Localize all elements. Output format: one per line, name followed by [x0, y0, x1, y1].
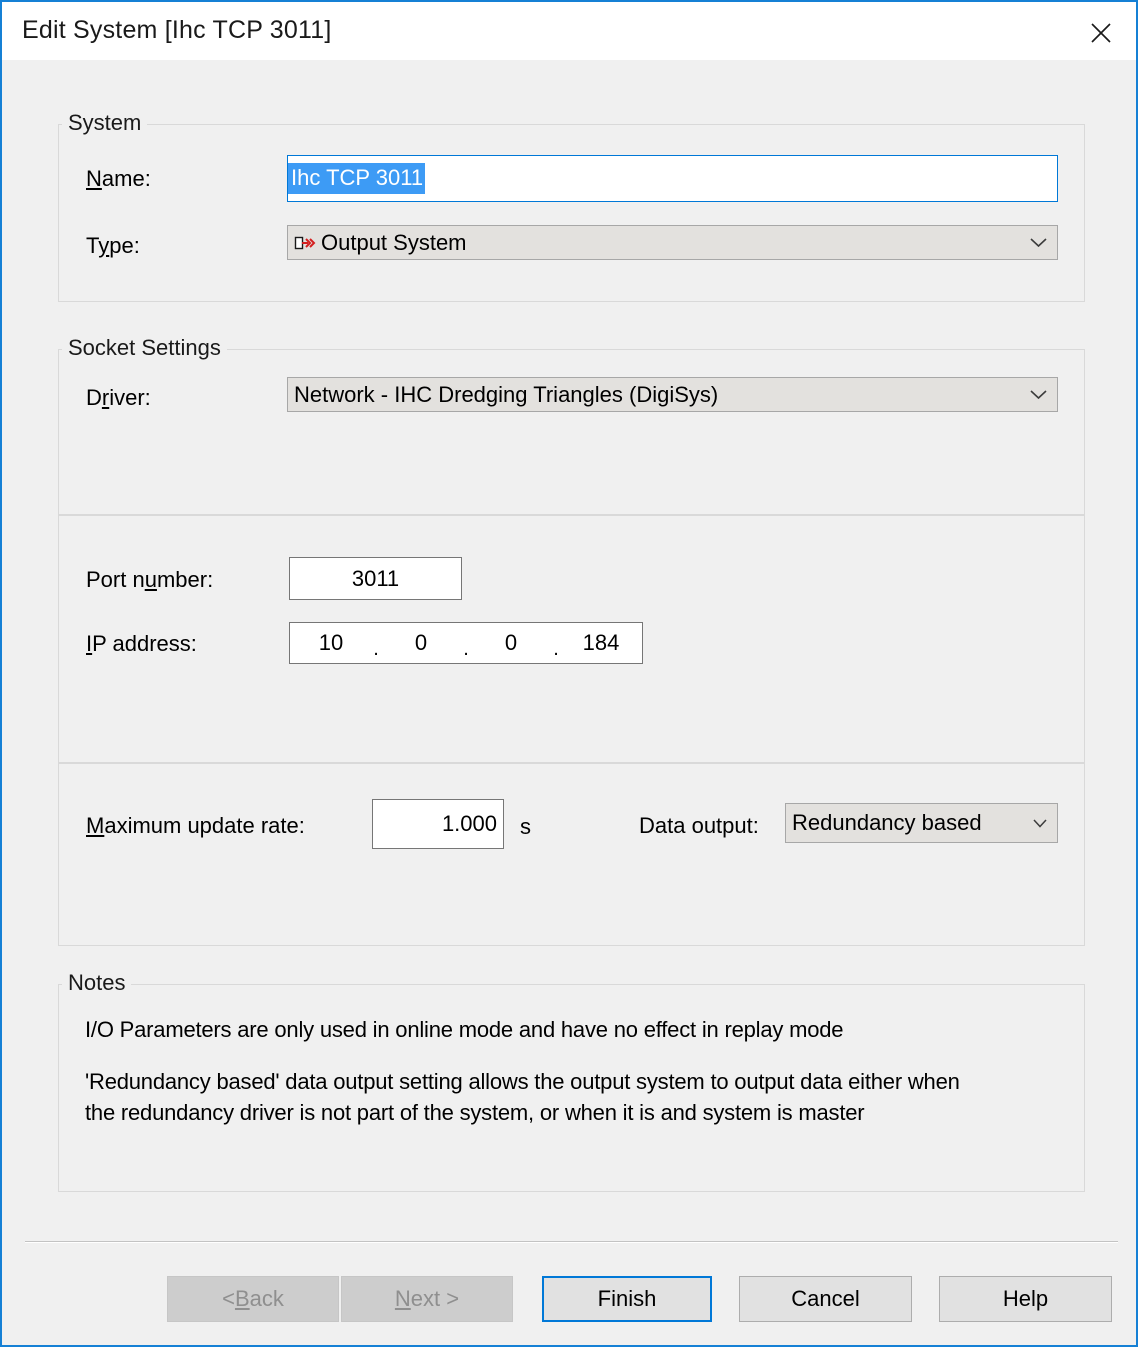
close-button[interactable] — [1084, 16, 1118, 50]
driver-label: Driver: — [86, 385, 151, 411]
data-output-label: Data output: — [639, 813, 759, 839]
dialog-title: Edit System [Ihc TCP 3011] — [22, 16, 332, 45]
back-button: < Back — [167, 1276, 339, 1322]
type-dropdown-value: Output System — [321, 230, 467, 256]
ip-separator: . — [462, 623, 470, 663]
chevron-down-icon — [1030, 238, 1047, 248]
finish-button[interactable]: Finish — [542, 1276, 712, 1322]
data-output-dropdown[interactable]: Redundancy based — [785, 803, 1058, 843]
ip-octet-1[interactable]: 10 — [290, 623, 372, 663]
driver-dropdown[interactable]: Network - IHC Dredging Triangles (DigiSy… — [287, 377, 1058, 412]
notes-group-label: Notes — [62, 970, 131, 996]
update-rate-groupbox — [58, 763, 1085, 946]
output-system-icon — [294, 233, 316, 253]
next-button: Next > — [341, 1276, 513, 1322]
system-groupbox — [58, 124, 1085, 302]
port-number-input[interactable]: 3011 — [289, 557, 462, 600]
ip-separator: . — [552, 623, 560, 663]
socket-settings-groupbox — [58, 349, 1085, 515]
button-separator — [25, 1241, 1118, 1243]
name-input[interactable]: Ihc TCP 3011 — [287, 155, 1058, 202]
system-group-label: System — [62, 110, 147, 136]
chevron-down-icon — [1033, 819, 1047, 828]
edit-system-dialog: Edit System [Ihc TCP 3011] System Name: … — [0, 0, 1138, 1347]
type-label: Type: — [86, 233, 140, 259]
close-icon — [1088, 20, 1114, 46]
ip-separator: . — [372, 623, 380, 663]
ip-address-input[interactable]: 10 . 0 . 0 . 184 — [289, 622, 643, 664]
type-dropdown[interactable]: Output System — [287, 225, 1058, 260]
titlebar: Edit System [Ihc TCP 3011] — [2, 2, 1136, 60]
driver-dropdown-value: Network - IHC Dredging Triangles (DigiSy… — [294, 382, 718, 408]
chevron-down-icon — [1030, 390, 1047, 400]
rate-unit-label: s — [520, 814, 531, 840]
max-update-rate-label: Maximum update rate: — [86, 813, 305, 839]
ip-octet-4[interactable]: 184 — [560, 623, 642, 663]
max-update-rate-input[interactable]: 1.000 — [372, 799, 504, 849]
notes-line-1: I/O Parameters are only used in online m… — [85, 1014, 1075, 1045]
notes-line-2: 'Redundancy based' data output setting a… — [85, 1066, 1075, 1128]
name-label: Name: — [86, 166, 151, 192]
ip-address-label: IP address: — [86, 631, 197, 657]
port-number-label: Port number: — [86, 567, 213, 593]
max-update-rate-value: 1.000 — [442, 811, 497, 837]
ip-octet-3[interactable]: 0 — [470, 623, 552, 663]
name-input-selected-text: Ihc TCP 3011 — [288, 163, 425, 194]
data-output-dropdown-value: Redundancy based — [792, 810, 982, 836]
cancel-button[interactable]: Cancel — [739, 1276, 912, 1322]
ip-octet-2[interactable]: 0 — [380, 623, 462, 663]
help-button[interactable]: Help — [939, 1276, 1112, 1322]
socket-settings-group-label: Socket Settings — [62, 335, 227, 361]
port-number-value: 3011 — [352, 566, 399, 592]
